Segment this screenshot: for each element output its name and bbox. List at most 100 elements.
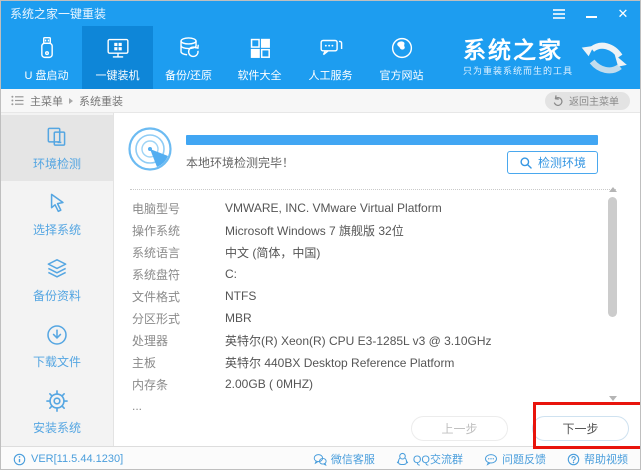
- detail-label: 分区形式: [132, 311, 181, 326]
- detail-row: 系统语言 中文 (简体，中国): [127, 241, 624, 263]
- menu-button[interactable]: [551, 6, 567, 22]
- content-panel: 本地环境检测完毕！ 检测环境 电脑型号 VMWARE, INC. VMware …: [114, 113, 640, 449]
- progress-bar: [186, 135, 598, 145]
- detail-row: 操作系统 Microsoft Windows 7 旗舰版 32位: [127, 219, 624, 241]
- title-bar: 系统之家一键重装 ✕: [1, 1, 640, 26]
- detail-label: 操作系统: [132, 223, 181, 238]
- search-icon: [520, 156, 532, 169]
- detail-row: 分区形式 MBR: [127, 307, 624, 329]
- detail-value: 中文 (简体，中国): [225, 245, 321, 260]
- detail-label: 主板: [132, 355, 157, 370]
- detail-row: 处理器 英特尔(R) Xeon(R) CPU E3-1285L v3 @ 3.1…: [127, 329, 624, 351]
- status-link-label: 问题反馈: [502, 454, 546, 466]
- vertical-scrollbar[interactable]: [607, 187, 619, 401]
- minimize-icon: [585, 15, 597, 18]
- brand-name: 系统之家: [462, 36, 563, 63]
- radar-icon: [128, 127, 172, 171]
- sidebar-item-install-system[interactable]: 安装系统: [1, 379, 113, 445]
- brand-tagline: 只为重装系统而生的工具: [462, 65, 573, 76]
- breadcrumb-current: 系统重装: [79, 95, 123, 108]
- back-to-menu-button[interactable]: 返回主菜单: [545, 91, 630, 110]
- back-to-menu-label: 返回主菜单: [569, 97, 619, 108]
- detect-status-text: 本地环境检测完毕！: [186, 156, 295, 170]
- detail-value: 英特尔(R) Xeon(R) CPU E3-1285L v3 @ 3.10GHz: [225, 333, 492, 348]
- close-button[interactable]: ✕: [615, 6, 631, 22]
- detail-label: ...: [132, 399, 143, 413]
- env-detect-icon: [47, 127, 66, 146]
- nav-item-backup-restore[interactable]: 备份/还原: [153, 26, 224, 89]
- wechat-support-link[interactable]: 微信客服: [313, 451, 375, 467]
- divider: [130, 189, 616, 190]
- detail-label: 系统语言: [132, 245, 181, 260]
- nav-label: 一键装机: [95, 69, 140, 82]
- status-bar: VER[11.5.44.1230] 微信客服 QQ交流群 问题反馈 帮助视频: [1, 446, 640, 469]
- apps-grid-icon: [250, 38, 270, 58]
- breadcrumb-arrow-icon: [69, 97, 73, 104]
- backup-layers-icon: [47, 259, 67, 278]
- system-info-list: 电脑型号 VMWARE, INC. VMware Virtual Platfor…: [127, 197, 624, 417]
- list-icon: [11, 95, 24, 106]
- detail-label: 内存条: [132, 377, 169, 392]
- double-arrow-swoosh-icon: [581, 42, 627, 73]
- sidebar-label: 下载文件: [32, 355, 81, 369]
- scroll-up-icon[interactable]: [609, 187, 617, 192]
- nav-item-usb-boot[interactable]: U 盘启动: [11, 26, 82, 89]
- nav-label: U 盘启动: [24, 69, 69, 82]
- next-step-button[interactable]: 下一步: [532, 416, 629, 441]
- usb-drive-icon: [40, 36, 53, 58]
- feedback-bubble-icon: [485, 453, 497, 466]
- nav-label: 官方网站: [379, 69, 424, 82]
- detect-section: 本地环境检测完毕！ 检测环境: [127, 126, 624, 174]
- qq-group-link[interactable]: QQ交流群: [396, 451, 463, 467]
- select-cursor-icon: [50, 193, 64, 213]
- detail-value: Microsoft Windows 7 旗舰版 32位: [225, 223, 404, 238]
- sidebar-item-download-files[interactable]: 下载文件: [1, 313, 113, 379]
- progress-fill: [186, 135, 598, 145]
- detail-value: MBR: [225, 311, 252, 325]
- detail-label: 处理器: [132, 333, 169, 348]
- nav-item-service[interactable]: 人工服务: [295, 26, 366, 89]
- detail-label: 文件格式: [132, 289, 181, 304]
- detail-value: NTFS: [225, 289, 257, 303]
- detail-value: 2.00GB ( 0MHZ): [225, 377, 314, 391]
- scroll-down-icon[interactable]: [609, 396, 617, 401]
- monitor-windows-icon: [106, 38, 129, 58]
- download-circle-icon: [47, 325, 67, 345]
- detail-row: 文件格式 NTFS: [127, 285, 624, 307]
- sidebar-item-backup-data[interactable]: 备份资料: [1, 247, 113, 313]
- chat-service-icon: [319, 39, 342, 55]
- sidebar-item-env-detect[interactable]: 环境检测: [1, 115, 113, 181]
- detail-value: 英特尔 440BX Desktop Reference Platform: [225, 355, 455, 370]
- status-link-label: 帮助视频: [584, 454, 628, 466]
- scrollbar-thumb[interactable]: [608, 197, 617, 317]
- globe-icon: [391, 37, 412, 58]
- status-links: 微信客服 QQ交流群 问题反馈 帮助视频: [313, 451, 628, 467]
- gear-icon: [46, 390, 68, 412]
- nav-label: 软件大全: [237, 69, 282, 82]
- nav-item-website[interactable]: 官方网站: [366, 26, 437, 89]
- app-window: 系统之家一键重装 ✕ U 盘启动 一键装机 备份/还原 软件大全 人工服务 官方…: [0, 0, 641, 470]
- feedback-link[interactable]: 问题反馈: [484, 451, 546, 467]
- nav-item-software[interactable]: 软件大全: [224, 26, 295, 89]
- detail-row: 内存条 2.00GB ( 0MHZ): [127, 373, 624, 395]
- help-video-link[interactable]: 帮助视频: [567, 451, 628, 467]
- version-text: VER[11.5.44.1230]: [31, 453, 124, 465]
- brand-logo: 系统之家 只为重装系统而生的工具: [463, 26, 640, 89]
- wechat-icon: [313, 453, 327, 466]
- help-circle-icon: [567, 453, 580, 465]
- detail-row: ...: [127, 395, 624, 417]
- previous-step-button[interactable]: 上一步: [411, 416, 508, 441]
- nav-item-one-click-install[interactable]: 一键装机: [82, 26, 153, 89]
- nav-label: 备份/还原: [164, 69, 213, 82]
- detail-value: VMWARE, INC. VMware Virtual Platform: [225, 201, 442, 215]
- detail-value: C:: [225, 267, 237, 281]
- detect-env-button[interactable]: 检测环境: [506, 151, 598, 174]
- sidebar-label: 安装系统: [32, 421, 81, 435]
- sidebar-label: 选择系统: [32, 223, 81, 237]
- window-controls: ✕: [551, 6, 631, 22]
- info-icon: [13, 453, 26, 465]
- detail-row: 系统盘符 C:: [127, 263, 624, 285]
- sidebar-item-select-system[interactable]: 选择系统: [1, 181, 113, 247]
- minimize-button[interactable]: [583, 6, 599, 22]
- breadcrumb-root[interactable]: 主菜单: [30, 93, 63, 109]
